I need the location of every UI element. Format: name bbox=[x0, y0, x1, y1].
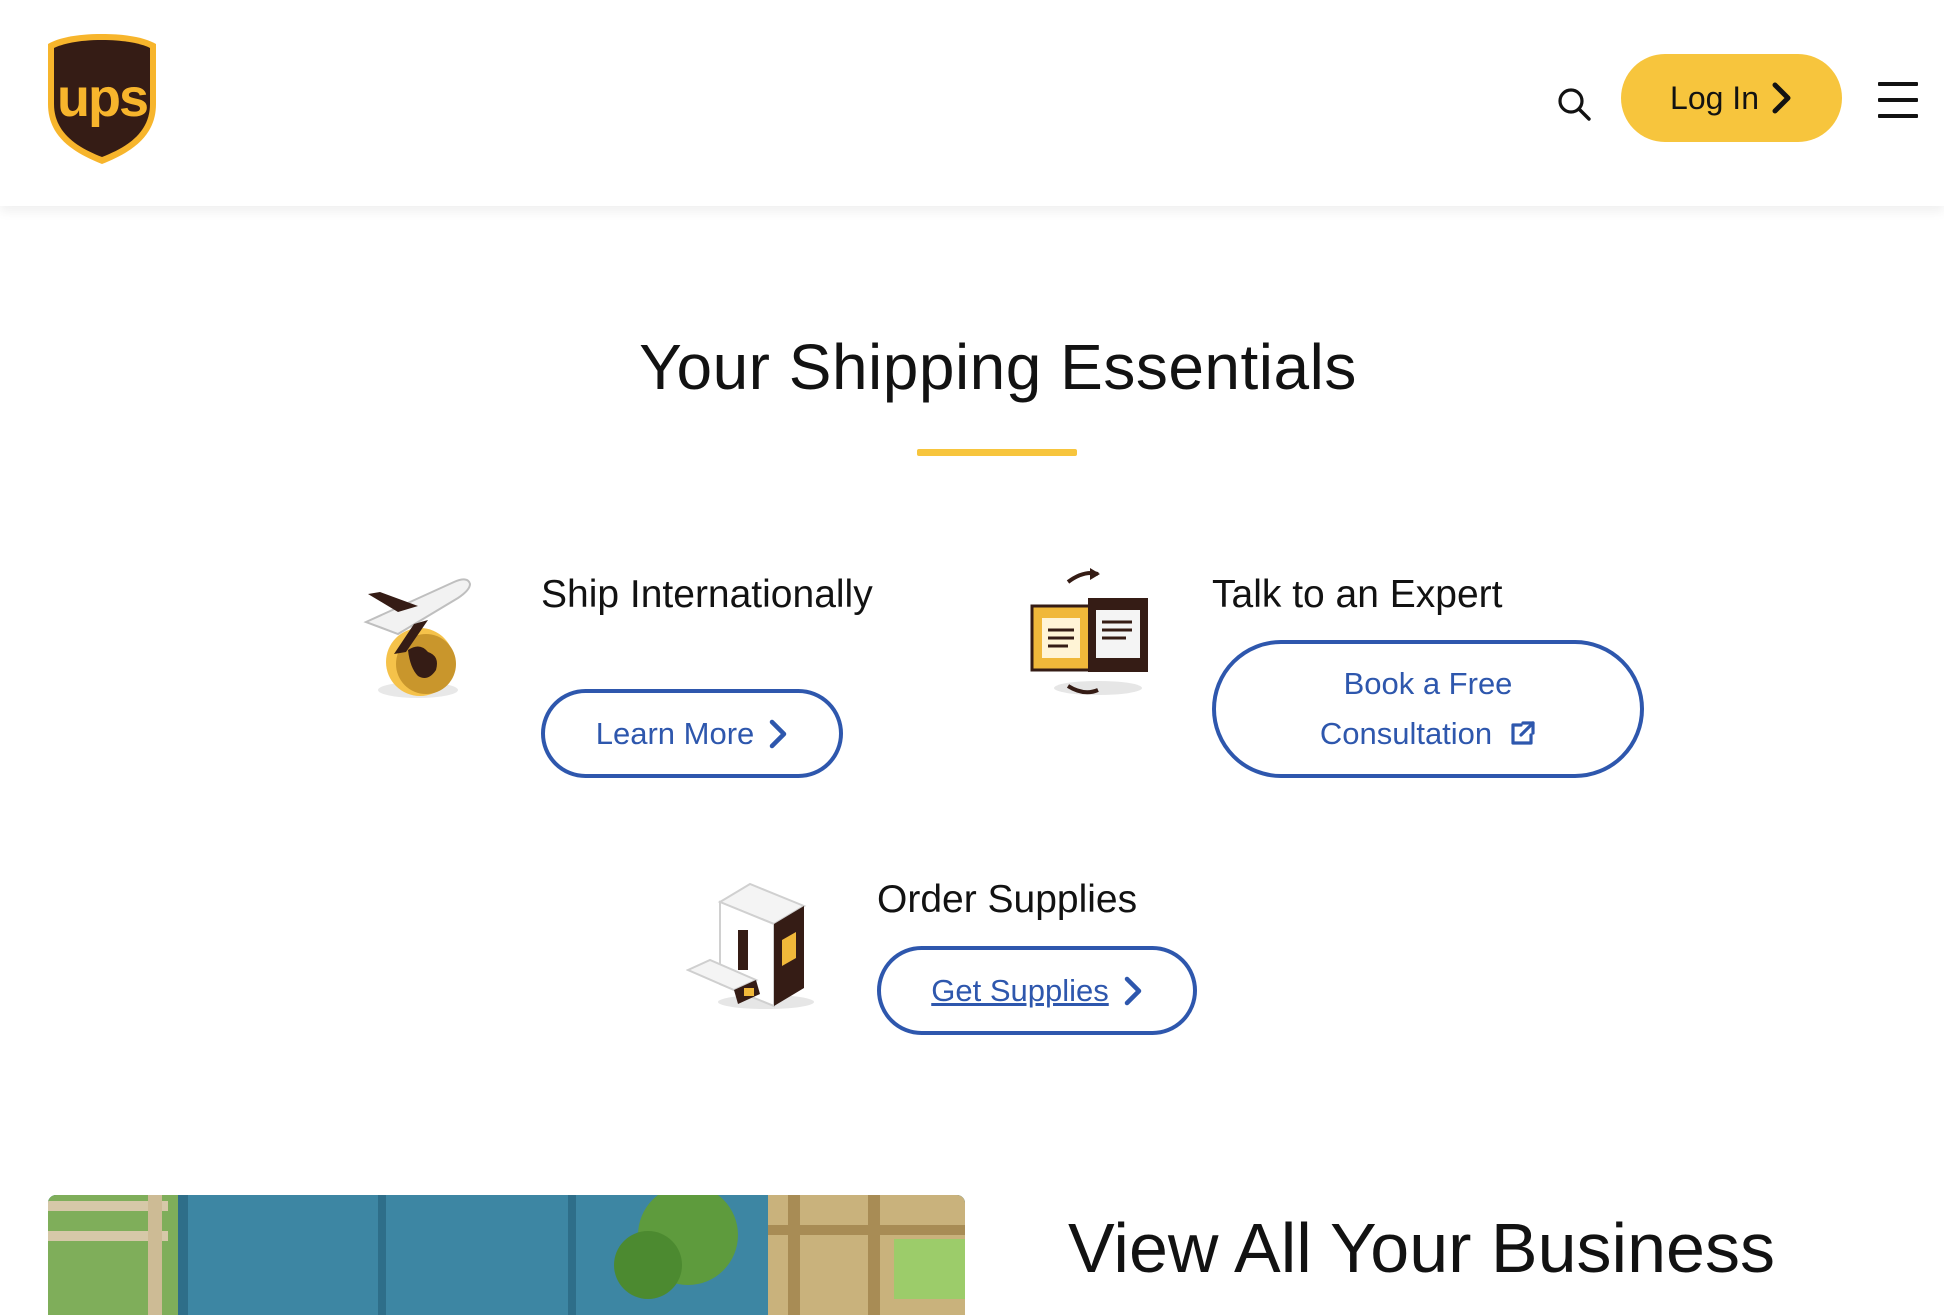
learn-more-label: Learn More bbox=[595, 715, 755, 751]
bottom-section-title: View All Your Business bbox=[1068, 1209, 1775, 1287]
external-link-icon bbox=[1511, 721, 1535, 745]
book-consultation-label-line2: Consultation bbox=[1319, 716, 1493, 751]
learn-more-button[interactable]: Learn More bbox=[541, 689, 843, 778]
chevron-right-icon bbox=[770, 719, 787, 748]
search-button[interactable] bbox=[1548, 78, 1600, 130]
login-button[interactable]: Log In bbox=[1621, 54, 1842, 142]
search-icon bbox=[1558, 88, 1591, 121]
book-consultation-label-line1: Book a Free bbox=[1343, 666, 1513, 701]
chevron-right-icon bbox=[1124, 976, 1141, 1005]
chevron-right-icon bbox=[1772, 82, 1791, 114]
chat-screens-icon bbox=[1028, 568, 1158, 702]
business-photo bbox=[48, 1195, 965, 1315]
svg-text:ups: ups bbox=[57, 68, 147, 128]
supply-boxes-icon bbox=[685, 878, 826, 1016]
ups-logo[interactable]: ups bbox=[46, 32, 158, 166]
get-supplies-label: Get Supplies bbox=[931, 972, 1109, 1008]
title-underline bbox=[917, 449, 1077, 456]
feature-title-order-supplies: Order Supplies bbox=[877, 878, 1138, 921]
book-consultation-button[interactable]: Book a Free Consultation bbox=[1212, 640, 1644, 778]
feature-title-ship-internationally: Ship Internationally bbox=[541, 573, 873, 616]
section-title: Your Shipping Essentials bbox=[639, 331, 1357, 403]
login-label: Log In bbox=[1670, 79, 1759, 116]
site-header: ups Log In bbox=[0, 0, 1944, 206]
feature-title-talk-to-expert: Talk to an Expert bbox=[1212, 573, 1503, 616]
hamburger-menu-icon[interactable] bbox=[1878, 80, 1922, 120]
get-supplies-button[interactable]: Get Supplies bbox=[877, 946, 1197, 1035]
plane-globe-icon bbox=[358, 572, 476, 704]
